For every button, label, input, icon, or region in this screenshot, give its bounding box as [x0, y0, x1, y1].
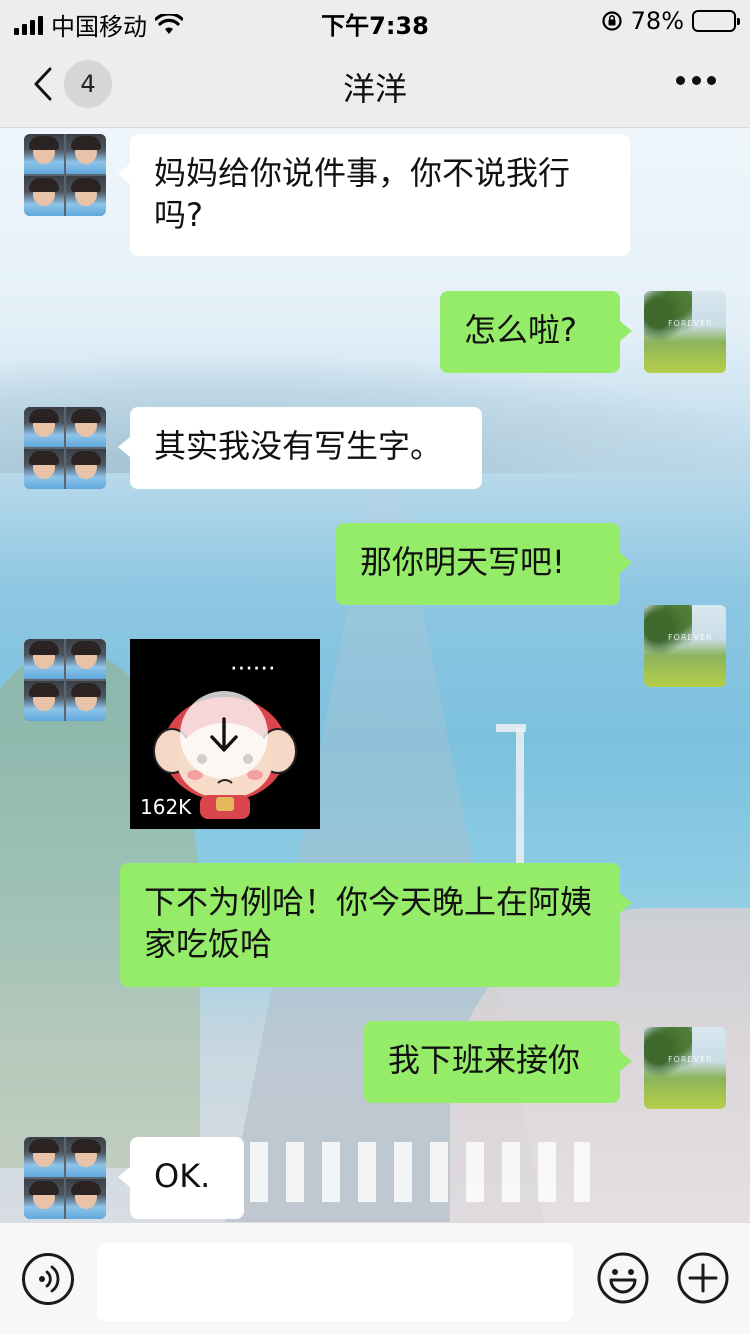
chat-title: 洋洋: [342, 70, 407, 108]
contact-avatar[interactable]: [24, 639, 106, 721]
message-text: 怎么啦?: [464, 311, 577, 349]
voice-icon: [39, 1265, 60, 1293]
message-bubble-received[interactable]: 妈妈给你说件事，你不说我行吗?: [118, 134, 630, 256]
message-bubble-received[interactable]: 其实我没有写生字。: [118, 407, 482, 489]
message-input[interactable]: [97, 1243, 573, 1321]
contact-avatar[interactable]: [24, 134, 106, 216]
contact-avatar[interactable]: [24, 1137, 106, 1219]
chat-header: 4 洋洋: [0, 40, 750, 128]
plus-icon[interactable]: [676, 1251, 730, 1305]
battery-percent: 78%: [630, 7, 684, 35]
sticker-message[interactable]: 我错了...... 162K: [130, 639, 320, 829]
message-text: 我下班来接你: [388, 1041, 581, 1079]
contact-avatar[interactable]: [24, 407, 106, 489]
message-bubble-sent[interactable]: 那你明天写吧!: [336, 523, 632, 605]
wallpaper-lamp-head: [496, 724, 526, 732]
message-bubble-received[interactable]: OK.: [118, 1137, 244, 1219]
message-text: 那你明天写吧!: [360, 543, 565, 581]
sticker-file-size: 162K: [140, 795, 192, 819]
status-bar: 中国移动 下午7:38 78%: [0, 0, 750, 41]
battery-icon: [692, 10, 740, 32]
message-bubble-sent[interactable]: 怎么啦?: [440, 291, 632, 373]
emoji-icon[interactable]: [596, 1251, 650, 1305]
message-text: 下不为例哈！你今天晚上在阿姨家吃饭哈: [144, 883, 593, 963]
message-text: OK.: [154, 1157, 211, 1195]
download-button[interactable]: [180, 691, 268, 779]
my-avatar[interactable]: [644, 605, 726, 687]
sticker-caption: 我错了......: [170, 651, 277, 676]
message-text: 其实我没有写生字。: [154, 427, 443, 465]
wallpaper-crosswalk: [250, 1142, 590, 1202]
download-arrow-icon: [210, 717, 238, 752]
voice-button[interactable]: [22, 1253, 74, 1305]
my-avatar[interactable]: [644, 291, 726, 373]
message-bubble-sent[interactable]: 下不为例哈！你今天晚上在阿姨家吃饭哈: [120, 863, 632, 987]
chat-input-bar: [0, 1222, 750, 1334]
my-avatar[interactable]: [644, 1027, 726, 1109]
message-bubble-sent[interactable]: 我下班来接你: [364, 1021, 632, 1103]
more-dots-icon[interactable]: [676, 76, 716, 88]
rotation-lock-icon: [602, 11, 622, 31]
message-text: 妈妈给你说件事，你不说我行吗?: [154, 154, 571, 234]
